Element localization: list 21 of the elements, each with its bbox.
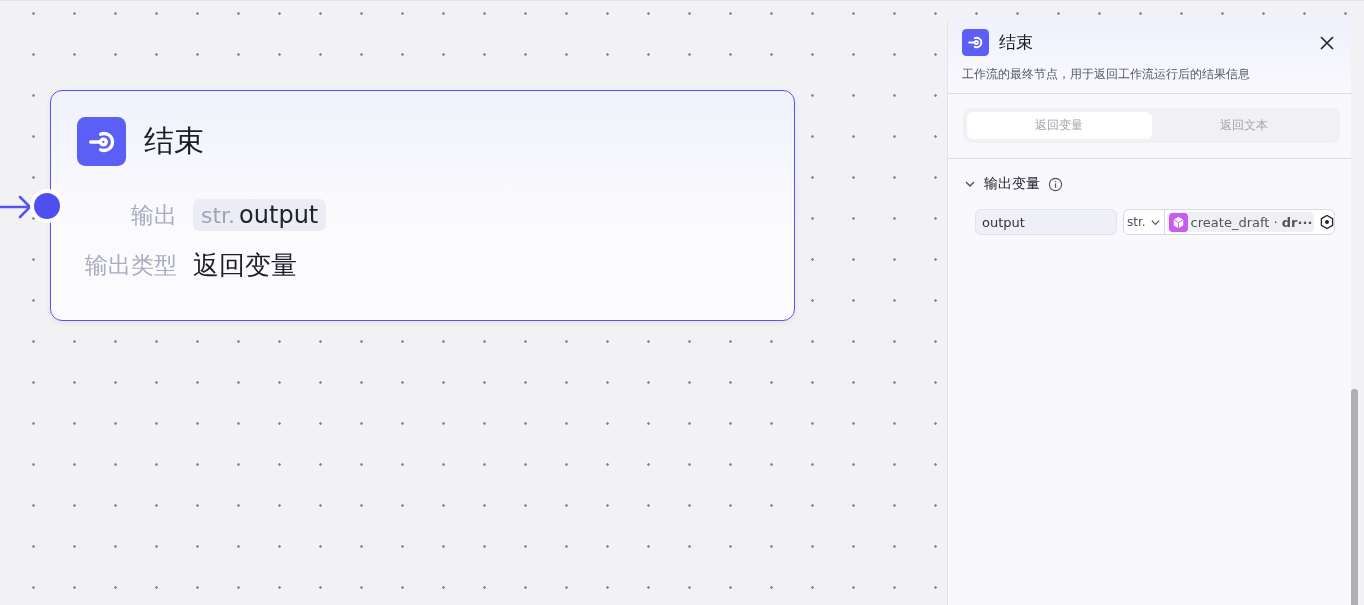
- variable-tag: str. output: [193, 199, 327, 231]
- scrollbar[interactable]: [1351, 389, 1358, 605]
- variable-path: create_draft · dr···: [1190, 214, 1313, 230]
- field-value: 返回变量: [193, 248, 297, 282]
- variable-reference[interactable]: create_draft · dr···: [1166, 212, 1315, 232]
- chevron-icon[interactable]: [964, 178, 976, 190]
- connector-arrow: [0, 193, 32, 221]
- node-title: 结束: [144, 122, 204, 160]
- end-node-icon: [962, 29, 989, 56]
- info-icon[interactable]: [1048, 176, 1063, 192]
- end-node-card[interactable]: 结束 输出 str. output 输出类型 返回变量: [50, 90, 795, 321]
- input-port[interactable]: [30, 189, 64, 223]
- cube-icon: [1168, 212, 1188, 232]
- panel-title: 结束: [999, 31, 1034, 54]
- variable-name-field[interactable]: output: [975, 209, 1117, 235]
- type-select[interactable]: str.: [1124, 210, 1165, 234]
- field-label: 输出: [130, 200, 177, 230]
- section-title: 输出变量: [984, 175, 1040, 193]
- end-node-icon: [77, 117, 126, 166]
- field-label: 输出类型: [84, 250, 177, 280]
- panel-description: 工作流的最终节点，用于返回工作流运行后的结果信息: [962, 66, 1251, 83]
